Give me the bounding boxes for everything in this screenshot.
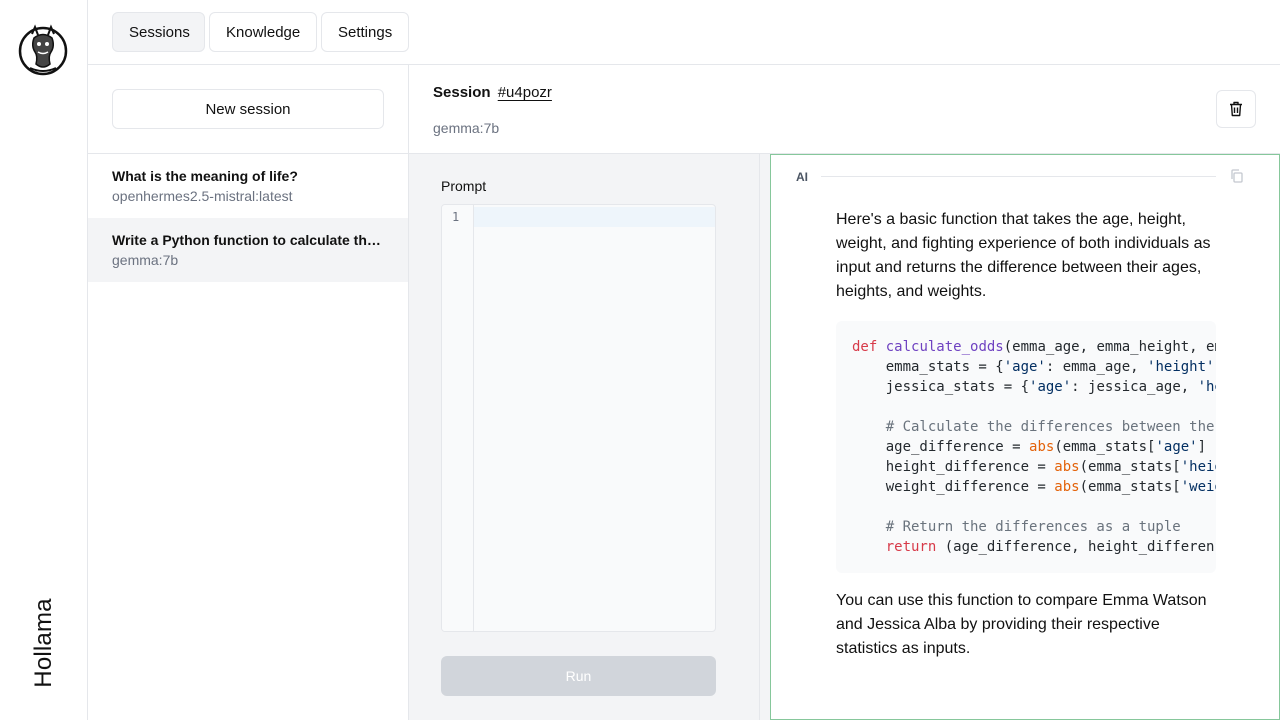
code-token: 'heig bbox=[1180, 459, 1216, 475]
top-nav: Sessions Knowledge Settings bbox=[88, 0, 1280, 65]
tab-knowledge[interactable]: Knowledge bbox=[209, 12, 317, 52]
code-token: (emma_stats[ bbox=[1079, 479, 1181, 495]
role-divider bbox=[821, 176, 1216, 177]
session-model-name: gemma:7b bbox=[433, 120, 500, 136]
response-role-label: AI bbox=[796, 170, 808, 184]
code-token: age_difference = bbox=[852, 439, 1030, 455]
trash-icon bbox=[1230, 101, 1242, 117]
session-list: What is the meaning of life? openhermes2… bbox=[88, 153, 408, 282]
code-token: (age_difference, height_differen bbox=[936, 539, 1215, 555]
session-list-item[interactable]: What is the meaning of life? openhermes2… bbox=[88, 154, 408, 218]
code-token: : jessica_age, bbox=[1071, 379, 1198, 395]
tab-sessions[interactable]: Sessions bbox=[112, 12, 205, 52]
code-token: return bbox=[885, 539, 937, 555]
code-content: def calculate_odds(emma_age, emma_height… bbox=[852, 337, 1216, 557]
code-token: ] - bbox=[1197, 439, 1216, 455]
code-token: abs bbox=[1029, 439, 1055, 455]
line-gutter bbox=[442, 205, 474, 631]
code-token: (emma_age, emma_height, em bbox=[1003, 339, 1216, 355]
run-button[interactable]: Run bbox=[441, 656, 716, 696]
code-token: 'age' bbox=[1003, 359, 1046, 375]
session-heading: Session #u4pozr bbox=[433, 84, 552, 101]
prompt-editor[interactable]: 1 bbox=[441, 204, 716, 632]
session-list-item[interactable]: Write a Python function to calculate the… bbox=[88, 218, 408, 282]
code-token: 'weig bbox=[1180, 479, 1216, 495]
code-token: # Return the differences as a tuple bbox=[852, 519, 1181, 535]
code-token: jessica_stats = { bbox=[852, 379, 1030, 395]
code-token: weight_difference = bbox=[852, 479, 1055, 495]
code-token: calculate_odds bbox=[885, 339, 1004, 355]
tab-settings[interactable]: Settings bbox=[321, 12, 409, 52]
copy-icon[interactable] bbox=[1229, 168, 1245, 184]
delete-session-button[interactable] bbox=[1216, 90, 1256, 128]
code-token: (emma_stats[ bbox=[1079, 459, 1181, 475]
session-header: Session #u4pozr gemma:7b bbox=[409, 65, 1280, 154]
response-pane: AI Here's a basic function that takes th… bbox=[770, 154, 1280, 720]
new-session-button[interactable]: New session bbox=[112, 89, 384, 129]
response-outro: You can use this function to compare Emm… bbox=[836, 592, 1207, 657]
code-token: 'he bbox=[1197, 379, 1216, 395]
code-token: abs bbox=[1054, 459, 1080, 475]
line-number: 1 bbox=[452, 210, 460, 224]
code-token: height_difference = bbox=[852, 459, 1055, 475]
session-model: openhermes2.5-mistral:latest bbox=[112, 188, 293, 204]
session-title: What is the meaning of life? bbox=[112, 168, 298, 184]
prompt-label: Prompt bbox=[441, 178, 487, 194]
session-title: Write a Python function to calculate the… bbox=[112, 232, 384, 248]
sessions-sidebar: New session What is the meaning of life?… bbox=[88, 65, 409, 720]
active-line-highlight bbox=[442, 207, 715, 227]
code-token: abs bbox=[1054, 479, 1080, 495]
code-block: def calculate_odds(emma_age, emma_height… bbox=[836, 321, 1216, 573]
llama-logo-icon[interactable] bbox=[18, 24, 68, 76]
code-token: # Calculate the differences between the bbox=[852, 419, 1215, 435]
session-heading-label: Session bbox=[433, 84, 491, 101]
code-token: def bbox=[852, 339, 878, 355]
code-token: : emma_age, bbox=[1045, 359, 1148, 375]
code-token: 'age' bbox=[1029, 379, 1072, 395]
prompt-pane: Prompt 1 Run bbox=[409, 154, 759, 720]
session-model: gemma:7b bbox=[112, 252, 179, 268]
app-rail: Hollama bbox=[0, 0, 88, 720]
code-token: 'age' bbox=[1155, 439, 1198, 455]
code-token: emma_stats = { bbox=[852, 359, 1004, 375]
response-intro: Here's a basic function that takes the a… bbox=[836, 211, 1211, 300]
code-token: 'height' bbox=[1147, 359, 1215, 375]
code-token: (emma_stats[ bbox=[1054, 439, 1156, 455]
session-id-link[interactable]: #u4pozr bbox=[498, 84, 552, 101]
app-name: Hollama bbox=[30, 598, 57, 688]
